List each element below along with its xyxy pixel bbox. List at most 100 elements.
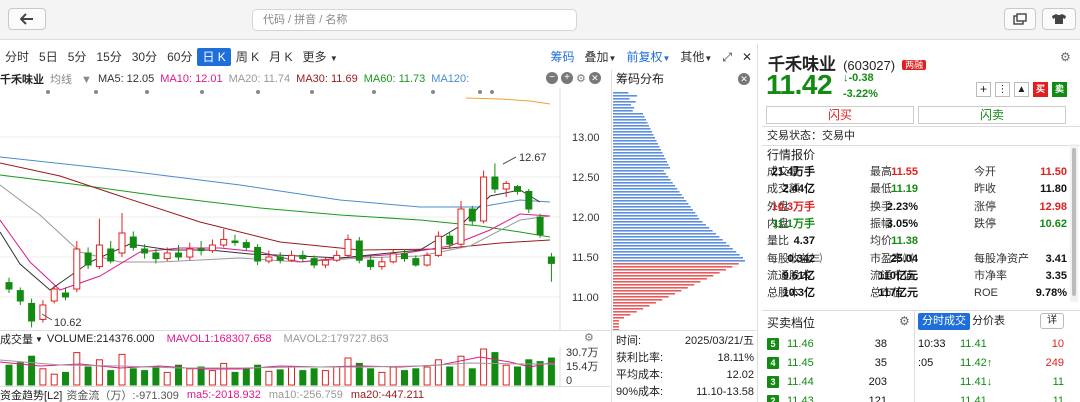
chip-bar xyxy=(613,191,680,193)
alert-bell-icon[interactable]: ▲ xyxy=(1014,82,1029,97)
candle-body xyxy=(310,258,318,266)
skin-button[interactable] xyxy=(1042,8,1076,30)
chip-bar xyxy=(613,308,644,310)
chip-bar xyxy=(613,131,652,133)
chip-stat-key: 平均成本: xyxy=(616,369,664,381)
divider xyxy=(762,145,1080,146)
volume-tick: 15.4万 xyxy=(566,361,598,373)
volume-bar xyxy=(321,370,329,386)
capital-label[interactable]: 资金趋势[L2] xyxy=(0,387,62,402)
add-watch-button[interactable]: + xyxy=(976,82,991,97)
chip-bar xyxy=(613,95,638,97)
chip-bar xyxy=(613,203,689,205)
flash-buy-button[interactable]: 闪买 xyxy=(766,106,914,124)
gear-icon[interactable]: ⚙ xyxy=(576,72,586,86)
chip-stat-value: 18.11% xyxy=(717,352,755,364)
chip-bar xyxy=(613,218,700,220)
bid-row[interactable]: 5 11.46 38 xyxy=(767,336,911,353)
trade-price: 11.41 xyxy=(960,395,987,402)
stock-gear-icon[interactable]: ⚙ xyxy=(1060,50,1071,64)
tab-period-week-k[interactable]: 周 K xyxy=(231,48,264,66)
chip-bar xyxy=(613,314,631,316)
back-button[interactable] xyxy=(8,8,46,30)
volume-bar xyxy=(276,369,284,386)
quote-value: 110亿元 xyxy=(878,269,918,282)
more-options-button[interactable]: ⋮ xyxy=(995,82,1010,97)
divider xyxy=(914,310,915,402)
window-mode-button[interactable] xyxy=(1004,8,1036,30)
ma-mode-select[interactable]: 均线 ▼ xyxy=(50,71,92,87)
buy-button[interactable]: 买 xyxy=(1033,82,1048,97)
volume-bar xyxy=(197,366,205,386)
volume-bar xyxy=(423,366,431,386)
flash-sell-button[interactable]: 闪卖 xyxy=(918,106,1066,124)
tab-price-table[interactable]: 分价表 xyxy=(972,313,1005,330)
other-menu[interactable]: 其他▼ xyxy=(675,48,717,66)
bid-volume: 38 xyxy=(874,338,887,350)
chip-bar xyxy=(613,137,655,139)
high-annotation: 12.67 xyxy=(519,152,547,164)
chip-bar xyxy=(613,293,675,295)
more-menu[interactable]: 更多 ▼ xyxy=(298,48,343,66)
book-gear-icon[interactable]: ⚙ xyxy=(899,314,910,328)
expand-icon[interactable]: ⤢ xyxy=(717,48,737,66)
candle-body xyxy=(412,258,420,266)
volume-gear-icon[interactable]: ⚙ xyxy=(584,331,594,344)
volume-value: VOLUME:214376.000 xyxy=(46,333,155,345)
search-input[interactable]: 代码 / 拼音 / 名称 xyxy=(252,9,577,31)
candle-body xyxy=(231,240,239,244)
bid-row[interactable]: 3 11.44 203 xyxy=(767,374,911,391)
ma20-value: MA20: 11.74 xyxy=(228,73,291,85)
chip-toggle[interactable]: 筹码 xyxy=(546,48,580,66)
candle-body xyxy=(344,238,352,256)
tab-period-5min[interactable]: 5分 xyxy=(63,48,92,66)
volume-bar xyxy=(5,364,13,386)
scrollbar-track[interactable] xyxy=(1070,144,1078,302)
candle-body xyxy=(141,248,149,254)
quote-key: 量比 xyxy=(767,235,789,248)
other-label: 其他 xyxy=(680,50,705,64)
overlay-menu[interactable]: 叠加▼ xyxy=(580,48,622,66)
chip-bar xyxy=(613,242,727,244)
quote-key: 每股净资产 xyxy=(974,252,1029,265)
tab-trades[interactable]: 分时成交 xyxy=(918,313,970,330)
chip-bar xyxy=(613,155,664,157)
adjust-menu[interactable]: 前复权▼ xyxy=(621,48,675,66)
volume-bar xyxy=(141,370,149,386)
candle-body xyxy=(175,252,182,258)
price-tick: 12.00 xyxy=(572,212,600,224)
tab-period-fenshi[interactable]: 分时 xyxy=(0,48,34,66)
sell-button[interactable]: 卖 xyxy=(1052,82,1067,97)
bid-row[interactable]: 2 11.43 121 xyxy=(767,393,911,402)
quote-value: 0.342 xyxy=(787,252,815,265)
detail-button[interactable]: 详 xyxy=(1040,313,1064,329)
tab-period-day-k[interactable]: 日 K xyxy=(197,48,231,66)
tab-period-60min[interactable]: 60分 xyxy=(162,48,197,66)
close-icon[interactable]: ✕ xyxy=(588,72,601,84)
volume-bar xyxy=(84,366,92,386)
minus-icon[interactable]: − xyxy=(546,72,558,84)
close-icon[interactable]: ✕ xyxy=(738,73,750,85)
candle-body xyxy=(423,254,431,266)
chip-bar xyxy=(613,275,714,277)
volume-label[interactable]: 成交量 xyxy=(0,331,33,347)
candle-body xyxy=(118,232,126,254)
price-tick: 13.00 xyxy=(572,132,600,144)
volume-bar xyxy=(401,370,408,386)
kline-chart[interactable]: 12.67 10.62 13.00 12.50 12.00 11.50 11.0… xyxy=(0,88,610,330)
candle-body xyxy=(434,235,442,256)
chip-stat-key: 时间: xyxy=(616,335,642,347)
quote-key: ROE xyxy=(974,287,998,300)
bid-row[interactable]: 4 11.45 35 xyxy=(767,355,911,372)
chip-bar xyxy=(613,143,658,145)
tab-period-30min[interactable]: 30分 xyxy=(127,48,162,66)
tab-period-5day[interactable]: 5日 xyxy=(34,48,63,66)
candle-body xyxy=(220,238,228,246)
price-tick: 12.50 xyxy=(572,172,600,184)
scrollbar-thumb[interactable] xyxy=(1072,148,1076,296)
volume-bar xyxy=(514,366,521,386)
plus-icon[interactable]: + xyxy=(561,72,573,84)
tab-period-month-k[interactable]: 月 K xyxy=(264,48,297,66)
tab-period-15min[interactable]: 15分 xyxy=(91,48,126,66)
chip-bar xyxy=(613,179,671,181)
